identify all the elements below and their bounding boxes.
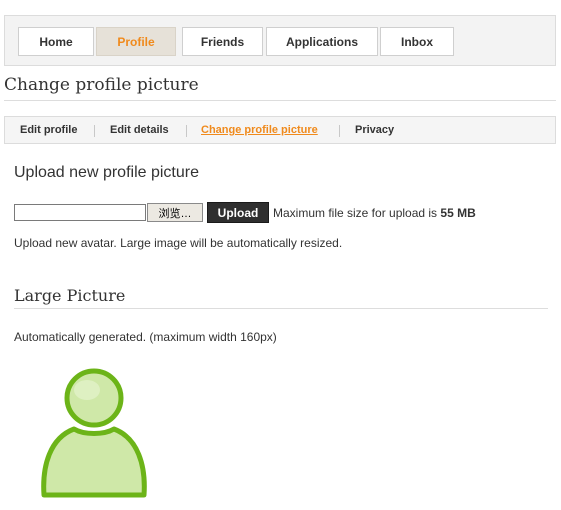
subnav-separator — [339, 125, 340, 137]
nav-tab-inbox[interactable]: Inbox — [380, 27, 454, 56]
sub-nav: Edit profile Edit details Change profile… — [4, 116, 556, 144]
large-picture-heading: Large Picture — [14, 286, 126, 305]
nav-tab-profile[interactable]: Profile — [96, 27, 176, 56]
max-file-size-value: 55 MB — [440, 206, 476, 220]
title-divider — [4, 100, 556, 101]
top-nav: Home Profile Friends Applications Inbox — [4, 15, 556, 66]
nav-tab-home[interactable]: Home — [18, 27, 94, 56]
subnav-separator — [186, 125, 187, 137]
subnav-edit-profile[interactable]: Edit profile — [20, 124, 77, 136]
subnav-change-profile-picture[interactable]: Change profile picture — [201, 124, 318, 136]
avatar-body — [41, 426, 147, 498]
upload-heading: Upload new profile picture — [14, 164, 199, 181]
subnav-privacy[interactable]: Privacy — [355, 124, 394, 136]
page-title: Change profile picture — [4, 75, 199, 95]
user-silhouette-icon — [41, 368, 147, 498]
upload-button[interactable]: Upload — [207, 202, 269, 223]
nav-tab-friends[interactable]: Friends — [182, 27, 263, 56]
max-file-size-text: Maximum file size for upload is 55 MB — [273, 206, 476, 220]
nav-tab-applications[interactable]: Applications — [266, 27, 378, 56]
file-path-input[interactable] — [14, 204, 146, 221]
large-picture-note: Automatically generated. (maximum width … — [14, 330, 277, 344]
avatar-head-highlight — [74, 380, 100, 400]
subnav-separator — [94, 125, 95, 137]
max-file-size-label: Maximum file size for upload is — [273, 206, 438, 220]
browse-button[interactable]: 浏览… — [147, 203, 203, 222]
upload-hint: Upload new avatar. Large image will be a… — [14, 236, 343, 250]
large-picture-divider — [14, 308, 548, 309]
subnav-edit-details[interactable]: Edit details — [110, 124, 169, 136]
